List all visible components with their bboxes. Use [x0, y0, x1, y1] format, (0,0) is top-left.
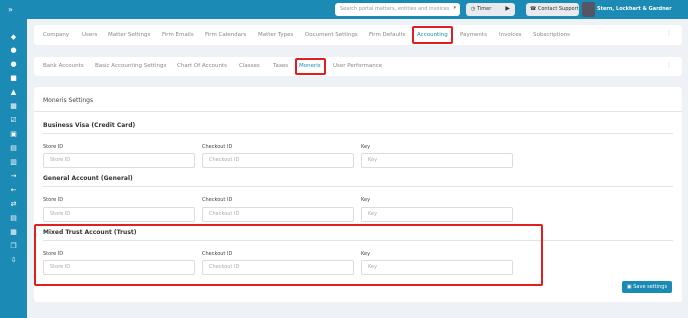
tab-firm-calendars[interactable]: Firm Calendars	[205, 32, 246, 38]
save-icon: ▣	[626, 284, 632, 290]
avatar[interactable]	[582, 2, 595, 17]
bank-icon[interactable]: ▥	[9, 158, 18, 166]
subtab-user-performance[interactable]: User Performance	[333, 63, 382, 69]
expand-sidebar-icon[interactable]: »	[8, 5, 13, 14]
document-icon[interactable]: ▤	[9, 144, 18, 152]
transfer-icon[interactable]: ⇄	[9, 200, 18, 208]
users-icon[interactable]: ●	[9, 46, 18, 54]
checkout-id-input[interactable]: Checkout ID	[202, 153, 354, 168]
highlight-accounting	[412, 26, 453, 44]
more-icon[interactable]: ⋮	[666, 62, 672, 69]
subtab-chart-of-accounts[interactable]: Chart Of Accounts	[177, 63, 227, 69]
search-input[interactable]: Search portal matters, entities and invo…	[335, 3, 460, 16]
notes-icon[interactable]: ▦	[9, 228, 18, 236]
play-icon[interactable]: ▶	[505, 6, 510, 12]
subtab-classes[interactable]: Classes	[239, 63, 260, 69]
section-title-general-account: General Account (General)	[43, 175, 133, 182]
search-placeholder: Search portal matters, entities and invo…	[340, 6, 450, 12]
layers-icon[interactable]: ◆	[9, 33, 18, 41]
section-title-business-visa: Business Visa (Credit Card)	[43, 122, 136, 129]
tab-company[interactable]: Company	[43, 32, 69, 38]
tab-firm-defaults[interactable]: Firm Defaults	[369, 32, 406, 38]
subtab-bank-accounts[interactable]: Bank Accounts	[43, 63, 84, 69]
contact-support-button[interactable]: ☎ Contact Support	[526, 3, 579, 16]
store-id-label: Store ID	[43, 144, 64, 150]
check-square-icon[interactable]: ☑	[9, 116, 18, 124]
calendar-grid-icon[interactable]: ▦	[9, 102, 18, 110]
arrow-left-icon[interactable]: ←	[9, 186, 18, 194]
highlight-moneris	[295, 58, 326, 75]
key-label: Key	[361, 144, 371, 150]
tab-document-settings[interactable]: Document Settings	[305, 32, 358, 38]
key-input[interactable]: Key	[361, 153, 513, 168]
timer-label: Timer	[476, 6, 492, 12]
tab-firm-emails[interactable]: Firm Emails	[162, 32, 194, 38]
checkout-id-input[interactable]: Checkout ID	[202, 207, 354, 222]
person-icon[interactable]: ●	[9, 60, 18, 68]
calendar-icon[interactable]: ■	[9, 74, 18, 82]
subtab-basic-accounting-settings[interactable]: Basic Accounting Settings	[95, 63, 166, 69]
divider	[43, 186, 673, 187]
divider	[34, 111, 682, 112]
file-icon[interactable]: ▤	[9, 214, 18, 222]
save-label: Save settings	[633, 284, 668, 290]
firm-name[interactable]: Stern, Lockhart & Gardner	[597, 6, 672, 12]
store-id-label: Store ID	[43, 197, 64, 203]
logout-icon[interactable]: ⇩	[9, 256, 18, 264]
highlight-mixed-trust-section	[34, 224, 543, 286]
copy-icon[interactable]: ❐	[9, 242, 18, 250]
tab-matter-types[interactable]: Matter Types	[258, 32, 293, 38]
page-title: Moneris Settings	[43, 97, 94, 104]
more-icon[interactable]: ⋮	[666, 30, 672, 37]
tab-users[interactable]: Users	[82, 32, 97, 38]
key-input[interactable]: Key	[361, 207, 513, 222]
tab-payments[interactable]: Payments	[460, 32, 487, 38]
arrow-right-icon[interactable]: →	[9, 172, 18, 180]
key-label: Key	[361, 197, 371, 203]
primary-nav: Company Users Matter Settings Firm Email…	[34, 25, 682, 45]
divider	[43, 133, 673, 134]
sidebar: » ◆ ● ● ■ ▲ ▦ ☑ ▣ ▤ ▥ → ← ⇄ ▤ ▦ ❐ ⇩	[0, 0, 27, 318]
store-id-input[interactable]: Store ID	[43, 207, 195, 222]
tab-matter-settings[interactable]: Matter Settings	[108, 32, 150, 38]
tab-subscriptions[interactable]: Subscriptions	[533, 32, 570, 38]
save-settings-button[interactable]: ▣ Save settings	[622, 281, 672, 293]
subtab-taxes[interactable]: Taxes	[273, 63, 288, 69]
store-id-input[interactable]: Store ID	[43, 153, 195, 168]
checkout-id-label: Checkout ID	[202, 197, 233, 203]
inbox-icon[interactable]: ▣	[9, 130, 18, 138]
clock-icon: ◷	[471, 6, 476, 12]
timer-button[interactable]: ◷ Timer ▶	[466, 3, 515, 16]
home-icon[interactable]: ▲	[9, 88, 18, 96]
chevron-down-icon[interactable]: ▾	[453, 6, 456, 11]
checkout-id-label: Checkout ID	[202, 144, 233, 150]
secondary-nav: Bank Accounts Basic Accounting Settings …	[34, 57, 682, 76]
headset-icon: ☎	[530, 6, 537, 12]
tab-invoices[interactable]: Invoices	[499, 32, 522, 38]
support-label: Contact Support	[537, 6, 579, 12]
